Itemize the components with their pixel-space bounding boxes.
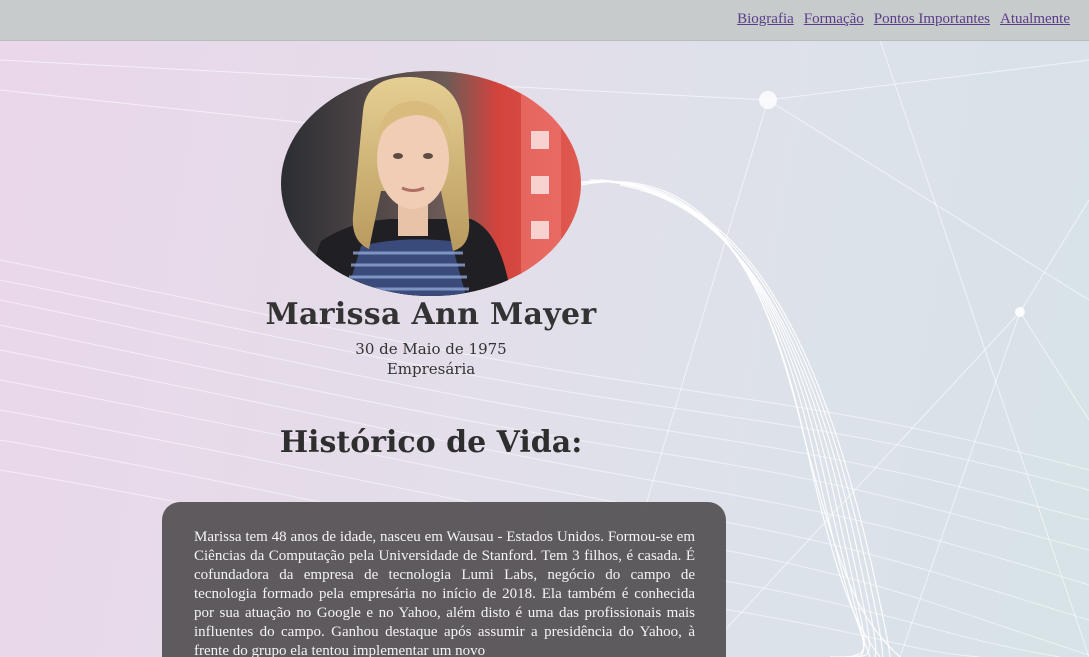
top-navigation-bar: Biografia Formação Pontos Importantes At… (0, 0, 1089, 41)
main-nav: Biografia Formação Pontos Importantes At… (737, 11, 1070, 28)
birth-date: 30 de Maio de 1975 (355, 340, 507, 358)
history-heading: Histórico de Vida: (279, 425, 583, 460)
nav-link-pontos-importantes[interactable]: Pontos Importantes (874, 11, 990, 28)
history-text: Marissa tem 48 anos de idade, nasceu em … (194, 529, 695, 657)
nav-link-formacao[interactable]: Formação (804, 11, 864, 28)
nav-link-biografia[interactable]: Biografia (737, 11, 794, 28)
person-name: Marissa Ann Mayer (265, 297, 597, 332)
profile-photo (281, 71, 581, 296)
history-card: Marissa tem 48 anos de idade, nasceu em … (162, 502, 726, 657)
nav-link-atualmente[interactable]: Atualmente (1000, 11, 1070, 28)
occupation: Empresária (386, 360, 476, 378)
